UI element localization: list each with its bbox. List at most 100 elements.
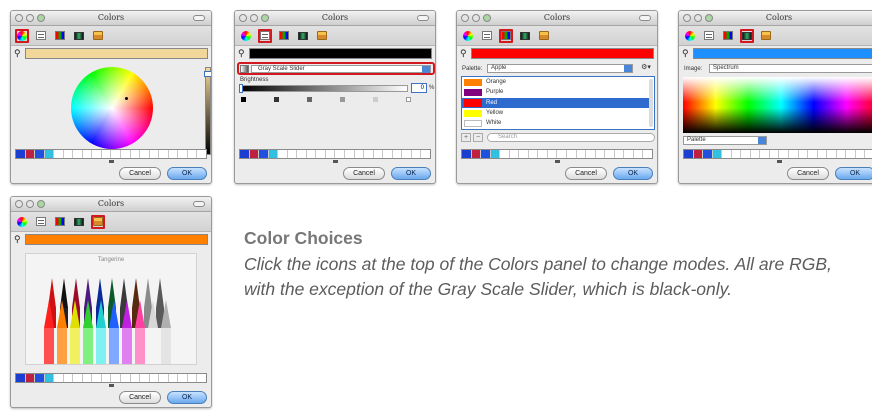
- mode-toolbar: [679, 26, 872, 46]
- image-palettes-icon[interactable]: [296, 29, 310, 43]
- color-wheel[interactable]: [71, 67, 153, 149]
- crayon-name: Tangerine: [97, 257, 125, 263]
- image-options-popup[interactable]: Palette: [683, 136, 767, 145]
- toolbar-toggle-button[interactable]: [639, 15, 651, 21]
- slider-mode-popup[interactable]: Gray Scale Slider: [251, 65, 431, 73]
- ok-button[interactable]: OK: [167, 167, 207, 180]
- ok-button[interactable]: OK: [835, 167, 872, 180]
- cancel-button[interactable]: Cancel: [565, 167, 607, 180]
- swatch-strip[interactable]: [683, 149, 872, 159]
- image-popup[interactable]: Spectrum: [709, 64, 872, 73]
- ok-button[interactable]: OK: [391, 167, 431, 180]
- crayons-icon[interactable]: [759, 29, 773, 43]
- cancel-button[interactable]: Cancel: [119, 391, 161, 404]
- color-sliders-icon[interactable]: [34, 29, 48, 43]
- brightness-knob[interactable]: [239, 84, 243, 93]
- gray-preset[interactable]: [241, 97, 246, 102]
- list-scrollbar[interactable]: [649, 79, 653, 127]
- toolbar-toggle-button[interactable]: [417, 15, 429, 21]
- palette-search-input[interactable]: Search: [487, 133, 655, 142]
- list-item-selected[interactable]: Red: [462, 98, 652, 108]
- color-wheel-icon[interactable]: [15, 28, 29, 43]
- palette-list[interactable]: Orange Purple Red Yellow White: [461, 76, 655, 130]
- brightness-slider[interactable]: [205, 67, 211, 155]
- gray-slider-icon: [240, 65, 249, 73]
- color-palettes-icon[interactable]: [721, 29, 735, 43]
- color-wheel-icon[interactable]: [683, 29, 697, 43]
- gray-preset[interactable]: [406, 97, 411, 102]
- swatch-strip[interactable]: [461, 149, 653, 159]
- cancel-button[interactable]: Cancel: [787, 167, 829, 180]
- swatch-drag-handle[interactable]: [109, 384, 114, 387]
- swatch-strip[interactable]: [15, 149, 207, 159]
- panel-title: Colors: [97, 199, 125, 208]
- crayon-box: Tangerine: [25, 253, 197, 365]
- color-palettes-icon[interactable]: [277, 29, 291, 43]
- color-palettes-icon[interactable]: [53, 29, 67, 43]
- color-sliders-icon[interactable]: [34, 215, 48, 229]
- crayons-icon[interactable]: [315, 29, 329, 43]
- search-icon[interactable]: ⚲: [14, 48, 25, 59]
- list-item[interactable]: Purple: [462, 88, 652, 97]
- gray-preset[interactable]: [340, 97, 345, 102]
- mode-toolbar: [11, 26, 211, 46]
- search-icon[interactable]: ⚲: [238, 48, 249, 59]
- cancel-button[interactable]: Cancel: [119, 167, 161, 180]
- color-palettes-icon[interactable]: [53, 215, 67, 229]
- color-sliders-icon[interactable]: [702, 29, 716, 43]
- palette-action-menu[interactable]: ⚙▾: [637, 64, 655, 73]
- swatch-drag-handle[interactable]: [109, 160, 114, 163]
- panel-title: Colors: [543, 13, 571, 22]
- color-wheel-icon[interactable]: [15, 215, 29, 229]
- color-wheel-icon[interactable]: [461, 29, 475, 43]
- palette-popup[interactable]: Apple: [487, 64, 633, 73]
- list-item[interactable]: Yellow: [462, 109, 652, 118]
- brightness-unit: %: [429, 85, 435, 91]
- wheel-cursor[interactable]: [125, 97, 128, 100]
- toolbar-toggle-button[interactable]: [193, 15, 205, 21]
- toolbar-toggle-button[interactable]: [193, 201, 205, 207]
- swatch-strip[interactable]: [239, 149, 431, 159]
- swatch-drag-handle[interactable]: [777, 160, 782, 163]
- search-icon[interactable]: ⚲: [460, 48, 471, 59]
- list-item[interactable]: White: [462, 119, 652, 128]
- color-palettes-icon[interactable]: [499, 28, 513, 43]
- image-palettes-icon[interactable]: [72, 215, 86, 229]
- remove-color-button[interactable]: −: [473, 133, 483, 142]
- gray-preset[interactable]: [307, 97, 312, 102]
- title-bar: Colors: [457, 11, 657, 26]
- panel-title: Colors: [321, 13, 349, 22]
- image-palettes-icon[interactable]: [72, 29, 86, 43]
- swatch-drag-handle[interactable]: [555, 160, 560, 163]
- color-wheel-icon[interactable]: [239, 29, 253, 43]
- image-palettes-icon[interactable]: [740, 28, 754, 43]
- color-swatch: [464, 120, 482, 127]
- mode-toolbar: [457, 26, 657, 46]
- search-icon[interactable]: ⚲: [682, 48, 693, 59]
- add-color-button[interactable]: +: [461, 133, 471, 142]
- brightness-value-field[interactable]: 0: [411, 83, 427, 93]
- gray-preset[interactable]: [274, 97, 279, 102]
- crayons-icon[interactable]: [91, 29, 105, 43]
- list-item[interactable]: Orange: [462, 78, 652, 87]
- ok-button[interactable]: OK: [167, 391, 207, 404]
- search-icon[interactable]: ⚲: [14, 234, 25, 245]
- palette-label: Palette:: [462, 66, 483, 72]
- brightness-track[interactable]: [240, 85, 408, 92]
- spectrum-image[interactable]: [683, 77, 872, 133]
- crayons-icon[interactable]: [91, 214, 105, 229]
- swatch-strip[interactable]: [15, 373, 207, 383]
- cancel-button[interactable]: Cancel: [343, 167, 385, 180]
- image-label: Image:: [684, 66, 703, 72]
- ok-button[interactable]: OK: [613, 167, 653, 180]
- title-bar: Colors: [679, 11, 872, 26]
- crayons-grid[interactable]: [26, 264, 198, 368]
- crayons-icon[interactable]: [537, 29, 551, 43]
- colors-panel-crayons: Colors ⚲ Tangerine Cancel OK: [10, 196, 212, 408]
- color-sliders-icon[interactable]: [258, 28, 272, 43]
- gray-preset[interactable]: [373, 97, 378, 102]
- color-sliders-icon[interactable]: [480, 29, 494, 43]
- brightness-knob[interactable]: [204, 71, 211, 77]
- image-palettes-icon[interactable]: [518, 29, 532, 43]
- swatch-drag-handle[interactable]: [333, 160, 338, 163]
